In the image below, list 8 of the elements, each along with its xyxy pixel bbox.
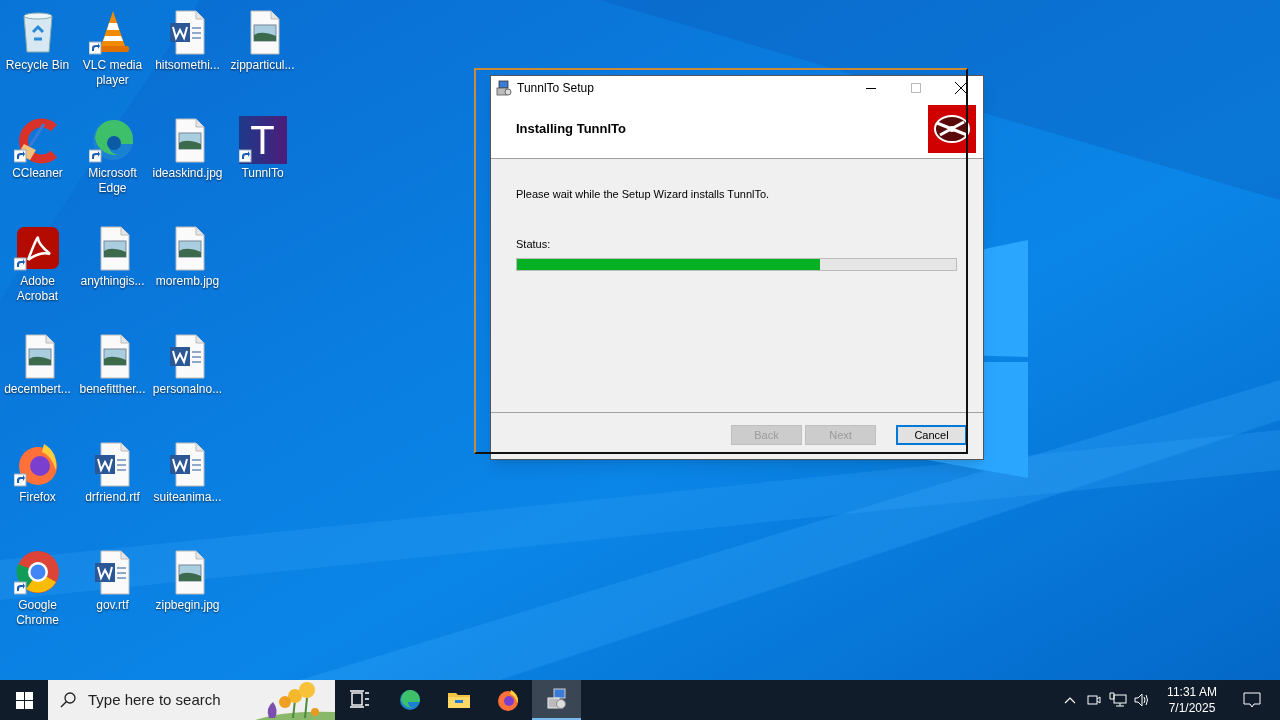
search-field[interactable]: Type here to search [88, 688, 248, 712]
clock-date: 7/1/2025 [1168, 700, 1216, 716]
search-bar[interactable]: Type here to search [48, 680, 335, 720]
windows-logo-icon[interactable] [15, 691, 33, 709]
clock-time: 11:31 AM [1167, 684, 1217, 700]
clock[interactable]: 11:31 AM 7/1/2025 [1154, 680, 1230, 720]
installer-icon[interactable] [532, 680, 581, 720]
search-icon [60, 692, 76, 708]
